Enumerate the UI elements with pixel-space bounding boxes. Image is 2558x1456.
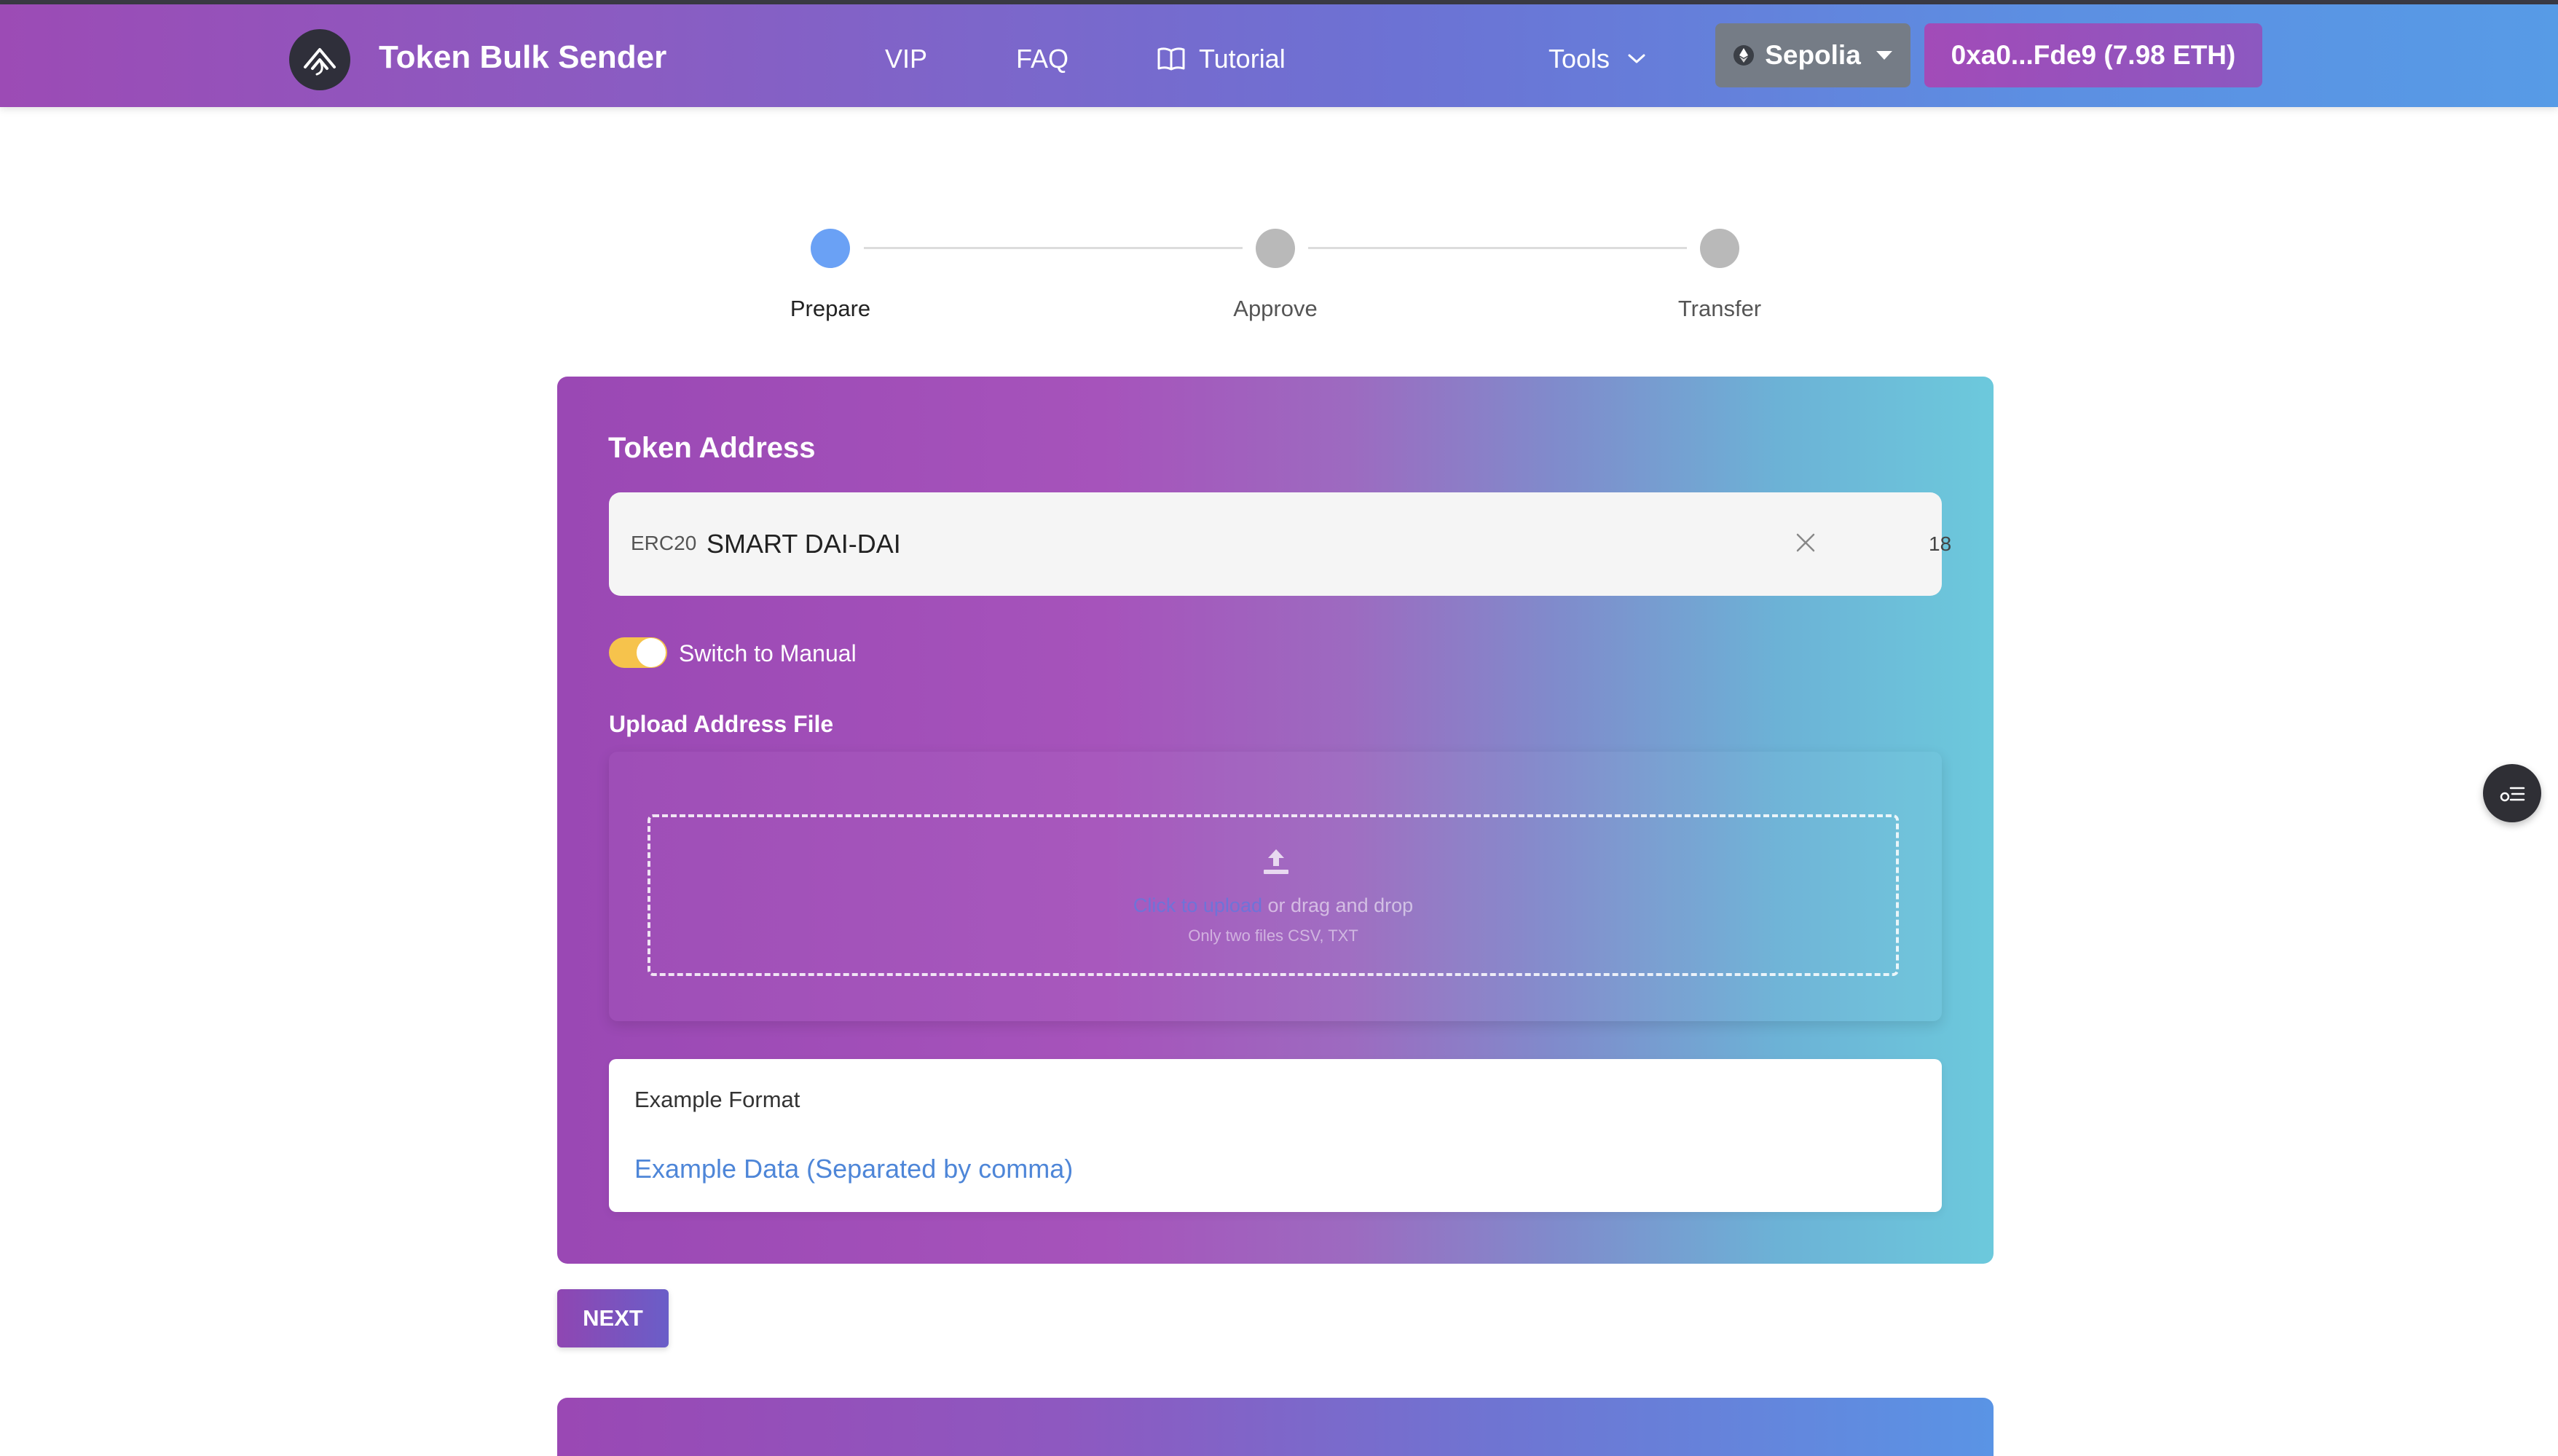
network-selector-button[interactable]: Sepolia — [1715, 23, 1910, 87]
network-name: Sepolia — [1765, 40, 1861, 70]
toggle-menu-icon — [2500, 787, 2525, 802]
nav-vip-label: VIP — [885, 44, 928, 74]
floating-menu-button[interactable] — [2483, 764, 2541, 822]
nav-tutorial[interactable]: Tutorial — [1157, 44, 1286, 74]
upload-icon — [1264, 849, 1288, 874]
step-dot-prepare — [811, 229, 850, 268]
step-dot-transfer — [1700, 229, 1739, 268]
file-dropzone[interactable]: Click to upload or drag and drop Only tw… — [648, 814, 1899, 976]
chevron-down-icon — [1628, 54, 1645, 63]
nav-faq-label: FAQ — [1016, 44, 1069, 74]
next-section-card — [557, 1398, 1994, 1456]
top-navbar: Token Bulk Sender VIP FAQ Tutorial Tools… — [0, 4, 2558, 107]
toggle-knob — [637, 638, 666, 667]
ethereum-icon — [1733, 45, 1755, 66]
step-label-transfer: Transfer — [1677, 296, 1762, 321]
token-address-heading: Token Address — [608, 432, 816, 464]
brand-title[interactable]: Token Bulk Sender — [379, 39, 666, 76]
wallet-account-button[interactable]: 0xa0...Fde9 (7.98 ETH) — [1924, 23, 2262, 87]
token-address-input[interactable]: ERC20 SMART DAI-DAI 18 — [609, 492, 1951, 596]
example-format-title: Example Format — [634, 1087, 800, 1112]
step-dot-approve — [1256, 229, 1295, 268]
stepper-connector-1 — [864, 247, 1243, 249]
dropzone-hint: Only two files CSV, TXT — [1188, 926, 1358, 945]
token-selected-value: SMART DAI-DAI — [707, 529, 901, 559]
manual-toggle-label: Switch to Manual — [679, 640, 857, 666]
dropzone-instruction: Click to upload or drag and drop — [650, 894, 1896, 917]
nav-vip[interactable]: VIP — [885, 44, 927, 74]
example-data-link[interactable]: Example Data (Separated by comma) — [634, 1154, 1073, 1184]
nav-tools-dropdown[interactable]: Tools — [1548, 44, 1646, 74]
upload-address-file-label: Upload Address File — [609, 711, 834, 737]
next-button[interactable]: NEXT — [557, 1289, 669, 1347]
token-decimals: 18 — [1929, 532, 1952, 555]
example-format-box: Example Format Example Data (Separated b… — [609, 1059, 1942, 1212]
close-icon[interactable] — [1795, 532, 1817, 554]
stepper-connector-2 — [1308, 247, 1687, 249]
caret-down-icon — [1876, 51, 1892, 60]
drag-drop-text: or drag and drop — [1262, 894, 1414, 916]
upload-panel: Click to upload or drag and drop Only tw… — [609, 752, 1942, 1021]
brand-logo-icon[interactable] — [289, 29, 350, 90]
nav-tools-label: Tools — [1548, 44, 1610, 74]
wallet-address: 0xa0...Fde9 (7.98 ETH) — [1951, 40, 2236, 70]
manual-toggle-switch[interactable] — [609, 637, 667, 668]
nav-faq[interactable]: FAQ — [1016, 44, 1069, 74]
prepare-form-card: Token Address ERC20 SMART DAI-DAI 18 Swi… — [557, 377, 1994, 1264]
step-label-prepare: Prepare — [790, 296, 871, 321]
book-icon — [1157, 47, 1185, 71]
nav-tutorial-label: Tutorial — [1199, 44, 1286, 74]
click-to-upload-link[interactable]: Click to upload — [1133, 894, 1262, 916]
step-label-approve: Approve — [1233, 296, 1318, 321]
token-standard-tag: ERC20 — [631, 532, 697, 554]
